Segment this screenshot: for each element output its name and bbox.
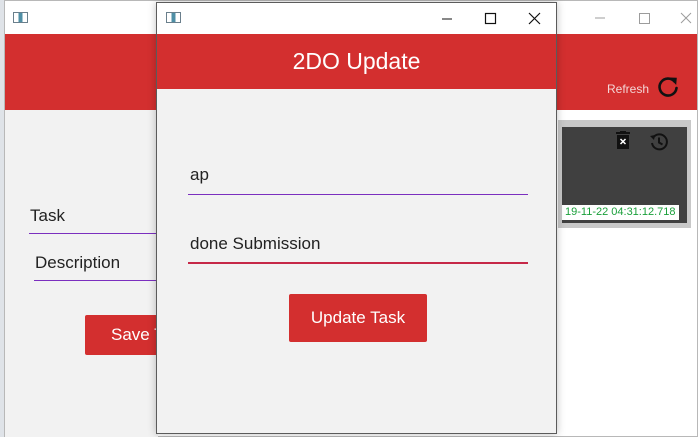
dialog-close-button[interactable] — [515, 7, 555, 31]
refresh-label[interactable]: Refresh — [607, 82, 649, 96]
description-input-value: done Submission — [190, 234, 321, 253]
app-window-icon — [166, 12, 181, 23]
minimize-icon — [595, 17, 605, 19]
update-dialog-window: 2DO Update ap done Submission Update Tas… — [156, 2, 557, 434]
app-window-icon — [13, 12, 28, 23]
dialog-maximize-button[interactable] — [471, 7, 511, 31]
main-minimize-button[interactable] — [585, 7, 615, 29]
description-field[interactable]: Description — [34, 247, 159, 281]
task-card[interactable]: 19-11-22 04:31:12.718 — [562, 127, 687, 223]
description-input[interactable]: done Submission — [188, 228, 528, 264]
minimize-icon — [442, 18, 452, 20]
close-icon — [680, 12, 692, 24]
description-field-placeholder: Description — [35, 253, 121, 272]
dialog-title: 2DO Update — [292, 48, 421, 74]
dialog-titlebar[interactable] — [157, 3, 556, 34]
dialog-minimize-button[interactable] — [427, 7, 467, 31]
history-icon[interactable] — [649, 132, 669, 152]
task-field-placeholder: Task — [30, 206, 65, 225]
trash-icon[interactable] — [616, 131, 630, 149]
task-list: 19-11-22 04:31:12.718 — [558, 120, 691, 228]
new-task-form: Task Description Save Task — [5, 110, 161, 437]
task-input[interactable]: ap — [188, 159, 528, 195]
task-field[interactable]: Task — [29, 200, 159, 234]
update-task-button[interactable]: Update Task — [289, 294, 427, 342]
main-maximize-button[interactable] — [629, 7, 659, 29]
task-card-date: 19-11-22 04:31:12.718 — [562, 205, 679, 220]
refresh-icon[interactable] — [655, 74, 681, 100]
maximize-icon — [484, 12, 497, 25]
maximize-icon — [639, 13, 650, 24]
save-task-button[interactable]: Save Task — [85, 315, 161, 355]
close-icon — [528, 12, 541, 25]
task-input-value: ap — [190, 165, 209, 184]
dialog-header: 2DO Update — [157, 34, 556, 89]
main-close-button[interactable] — [671, 7, 698, 29]
